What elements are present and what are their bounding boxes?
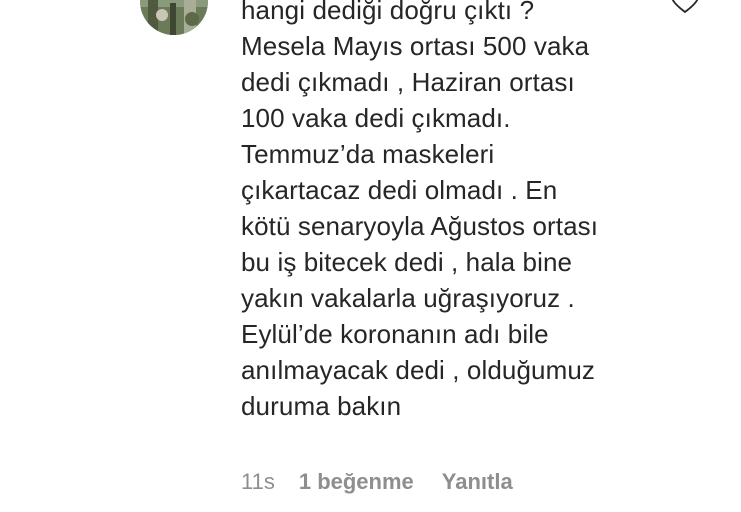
avatar[interactable] (140, 0, 208, 35)
comment-text: hangi dediği doğru çıktı ? Mesela Mayıs … (241, 0, 599, 421)
heart-icon[interactable] (671, 0, 699, 13)
comment-meta: 11s 1 beğenme Yanıtla (241, 468, 513, 496)
likes-count-button[interactable]: 1 beğenme (299, 469, 414, 495)
comment-time: 11s (241, 469, 275, 494)
reply-button[interactable]: Yanıtla (442, 469, 513, 495)
avatar-photo (140, 0, 208, 35)
